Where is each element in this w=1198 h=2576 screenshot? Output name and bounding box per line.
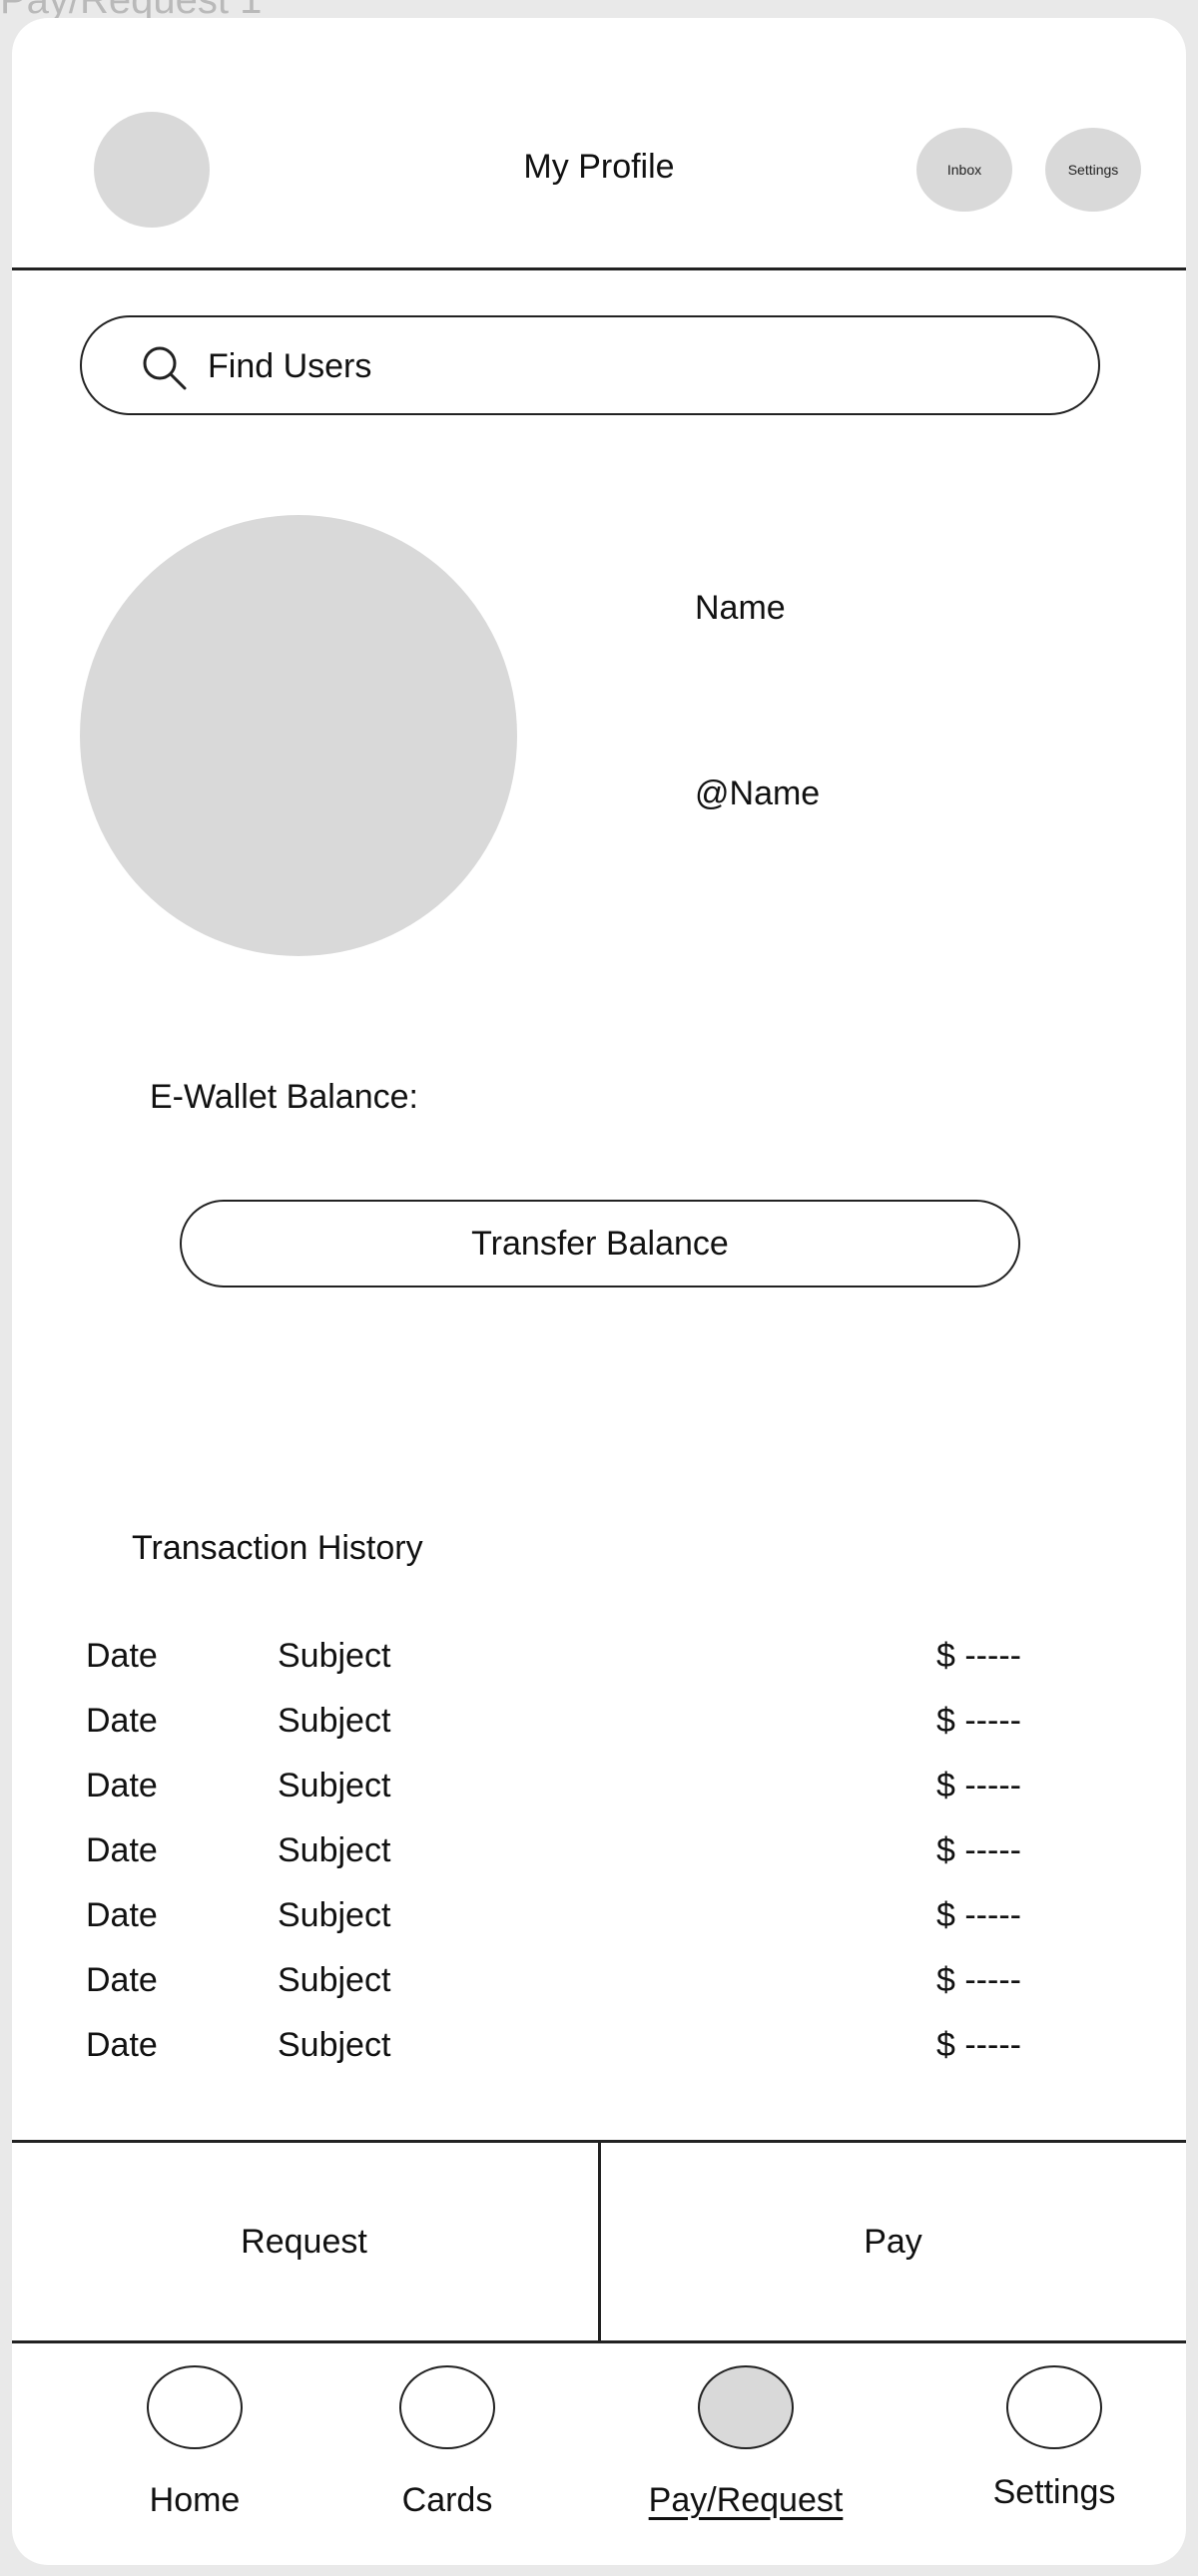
inbox-button-label: Inbox bbox=[946, 162, 982, 178]
transaction-row[interactable]: Date Subject $ ----- bbox=[12, 1637, 1186, 1697]
transaction-date: Date bbox=[86, 1831, 158, 1869]
transaction-date: Date bbox=[86, 1767, 158, 1804]
transaction-subject: Subject bbox=[278, 1961, 391, 1999]
profile-avatar[interactable] bbox=[80, 515, 517, 956]
settings-header-button[interactable]: Settings bbox=[1045, 128, 1141, 212]
transaction-row[interactable]: Date Subject $ ----- bbox=[12, 2026, 1186, 2086]
nav-item-pay-request[interactable]: Pay/Request bbox=[636, 2365, 856, 2545]
transaction-subject: Subject bbox=[278, 1831, 391, 1869]
transaction-subject: Subject bbox=[278, 1896, 391, 1934]
search-bar[interactable]: Find Users bbox=[80, 315, 1100, 415]
transfer-balance-button[interactable]: Transfer Balance bbox=[180, 1200, 1020, 1288]
transaction-row[interactable]: Date Subject $ ----- bbox=[12, 1702, 1186, 1762]
nav-item-settings[interactable]: Settings bbox=[944, 2365, 1164, 2545]
transaction-subject: Subject bbox=[278, 1637, 391, 1675]
transaction-row[interactable]: Date Subject $ ----- bbox=[12, 1767, 1186, 1826]
transaction-row[interactable]: Date Subject $ ----- bbox=[12, 1831, 1186, 1891]
search-input[interactable]: Find Users bbox=[208, 347, 371, 386]
search-icon bbox=[143, 346, 187, 390]
settings-header-button-label: Settings bbox=[1067, 162, 1119, 178]
transaction-amount: $ ----- bbox=[936, 2026, 1021, 2064]
phone-screen: My Profile Inbox Settings Find Users Nam… bbox=[12, 18, 1186, 2565]
transaction-amount: $ ----- bbox=[936, 1767, 1021, 1804]
transaction-row[interactable]: Date Subject $ ----- bbox=[12, 1961, 1186, 2021]
inbox-button[interactable]: Inbox bbox=[916, 128, 1012, 212]
nav-item-home[interactable]: Home bbox=[85, 2365, 304, 2545]
transaction-subject: Subject bbox=[278, 2026, 391, 2064]
nav-label-pay-request: Pay/Request bbox=[648, 2481, 844, 2519]
transaction-amount: $ ----- bbox=[936, 1637, 1021, 1675]
nav-label-cards: Cards bbox=[401, 2481, 493, 2519]
transaction-subject: Subject bbox=[278, 1767, 391, 1804]
transaction-amount: $ ----- bbox=[936, 1831, 1021, 1869]
home-icon bbox=[147, 2365, 243, 2449]
transaction-date: Date bbox=[86, 1961, 158, 1999]
transaction-date: Date bbox=[86, 1637, 158, 1675]
transaction-history-heading: Transaction History bbox=[132, 1529, 423, 1567]
transaction-subject: Subject bbox=[278, 1702, 391, 1740]
profile-handle: @Name bbox=[695, 774, 821, 812]
wallet-balance-label: E-Wallet Balance: bbox=[150, 1078, 418, 1116]
settings-icon bbox=[1006, 2365, 1102, 2449]
nav-label-home: Home bbox=[149, 2481, 241, 2519]
request-button[interactable]: Request bbox=[12, 2143, 596, 2340]
nav-item-cards[interactable]: Cards bbox=[337, 2365, 557, 2545]
request-button-label: Request bbox=[241, 2222, 367, 2261]
pay-button-label: Pay bbox=[864, 2222, 922, 2261]
transaction-amount: $ ----- bbox=[936, 1702, 1021, 1740]
pay-request-icon bbox=[698, 2365, 794, 2449]
transaction-row[interactable]: Date Subject $ ----- bbox=[12, 1896, 1186, 1956]
transaction-amount: $ ----- bbox=[936, 1961, 1021, 1999]
nav-label-settings: Settings bbox=[992, 2473, 1116, 2511]
header-divider bbox=[12, 267, 1186, 270]
transaction-date: Date bbox=[86, 1702, 158, 1740]
cards-icon bbox=[399, 2365, 495, 2449]
transfer-balance-label: Transfer Balance bbox=[471, 1224, 729, 1263]
profile-name: Name bbox=[695, 589, 786, 627]
pay-button[interactable]: Pay bbox=[601, 2143, 1185, 2340]
transaction-amount: $ ----- bbox=[936, 1896, 1021, 1934]
transaction-date: Date bbox=[86, 2026, 158, 2064]
transaction-date: Date bbox=[86, 1896, 158, 1934]
